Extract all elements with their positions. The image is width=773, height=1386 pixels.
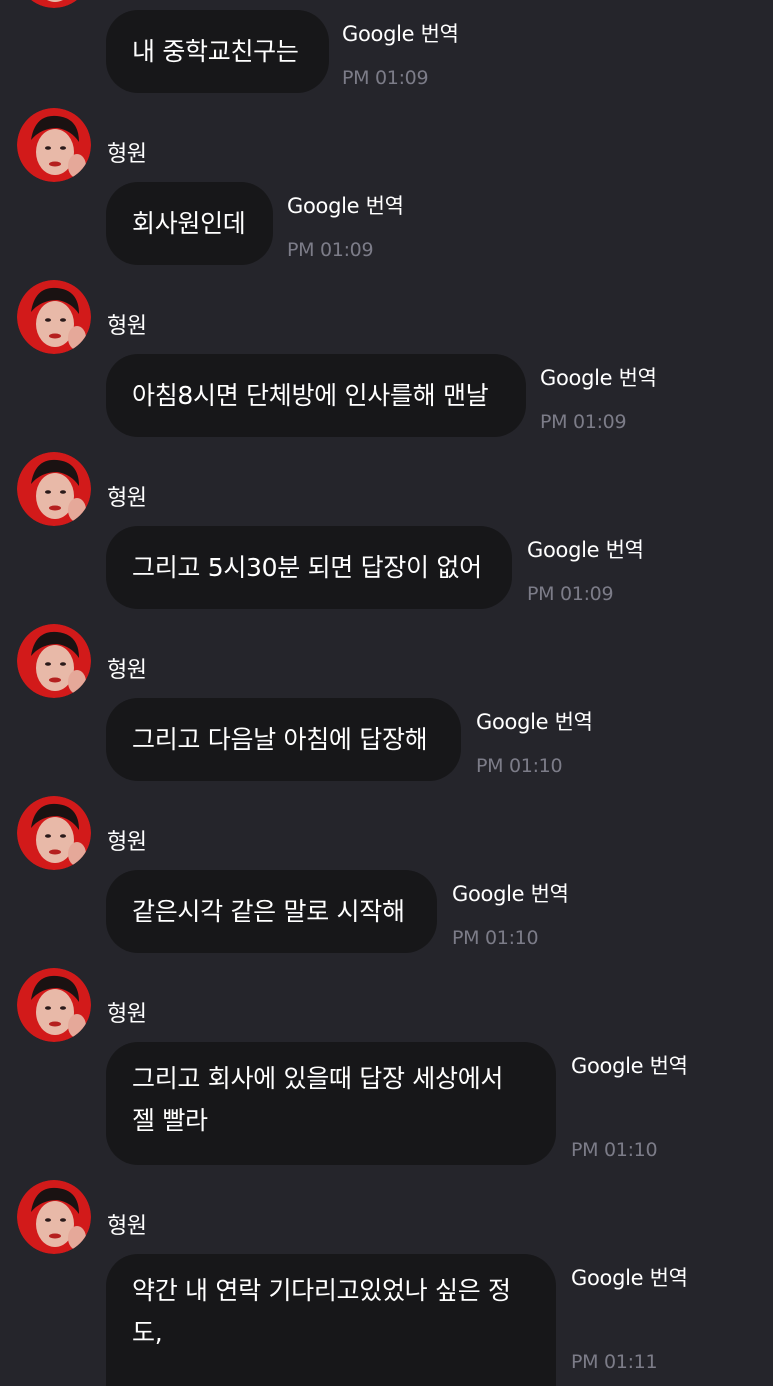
sender-name: 형원	[107, 314, 147, 339]
avatar[interactable]	[17, 280, 91, 354]
message-timestamp: PM 01:10	[452, 927, 539, 949]
google-translate-link[interactable]: Google 번역	[452, 878, 569, 908]
google-translate-link[interactable]: Google 번역	[571, 1262, 688, 1292]
avatar[interactable]	[17, 968, 91, 1042]
message-text: 같은시각 같은 말로 시작해	[132, 896, 405, 926]
avatar[interactable]	[17, 796, 91, 870]
sender-name: 형원	[107, 486, 147, 511]
avatar[interactable]	[17, 624, 91, 698]
message-bubble: 아침8시면 단체방에 인사를해 맨날	[106, 354, 526, 437]
message-timestamp: PM 01:09	[527, 583, 614, 605]
message-text: 그리고 다음날 아침에 답장해	[132, 724, 428, 754]
avatar[interactable]	[17, 108, 91, 182]
message-bubble: 약간 내 연락 기다리고있었나 싶은 정 도,	[106, 1254, 556, 1386]
google-translate-link[interactable]: Google 번역	[527, 534, 644, 564]
message-bubble: 그리고 회사에 있을때 답장 세상에서 젤 빨라	[106, 1042, 556, 1165]
message-timestamp: PM 01:09	[342, 67, 429, 89]
avatar[interactable]	[17, 0, 91, 8]
message-bubble: 회사원인데	[106, 182, 273, 265]
sender-name: 형원	[107, 142, 147, 167]
sender-name: 형원	[107, 1214, 147, 1239]
google-translate-link[interactable]: Google 번역	[476, 706, 593, 736]
avatar[interactable]	[17, 452, 91, 526]
message-timestamp: PM 01:09	[287, 239, 374, 261]
message-timestamp: PM 01:10	[571, 1139, 658, 1161]
message-text: 아침8시면 단체방에 인사를해 맨날	[132, 380, 489, 410]
google-translate-link[interactable]: Google 번역	[571, 1050, 688, 1080]
avatar[interactable]	[17, 1180, 91, 1254]
sender-name: 형원	[107, 1002, 147, 1027]
message-timestamp: PM 01:10	[476, 755, 563, 777]
google-translate-link[interactable]: Google 번역	[540, 362, 657, 392]
google-translate-link[interactable]: Google 번역	[287, 190, 404, 220]
sender-name: 형원	[107, 830, 147, 855]
message-timestamp: PM 01:11	[571, 1351, 658, 1373]
message-bubble: 내 중학교친구는	[106, 10, 329, 93]
sender-name: 형원	[107, 658, 147, 683]
message-bubble: 그리고 다음날 아침에 답장해	[106, 698, 461, 781]
message-text: 회사원인데	[132, 208, 246, 238]
message-timestamp: PM 01:09	[540, 411, 627, 433]
message-text: 약간 내 연락 기다리고있었나 싶은 정 도,	[132, 1276, 511, 1347]
message-text: 내 중학교친구는	[132, 36, 299, 66]
message-text: 그리고 회사에 있을때 답장 세상에서 젤 빨라	[132, 1064, 504, 1135]
message-bubble: 그리고 5시30분 되면 답장이 없어	[106, 526, 512, 609]
message-bubble: 같은시각 같은 말로 시작해	[106, 870, 437, 953]
google-translate-link[interactable]: Google 번역	[342, 18, 459, 48]
message-text: 그리고 5시30분 되면 답장이 없어	[132, 552, 482, 582]
